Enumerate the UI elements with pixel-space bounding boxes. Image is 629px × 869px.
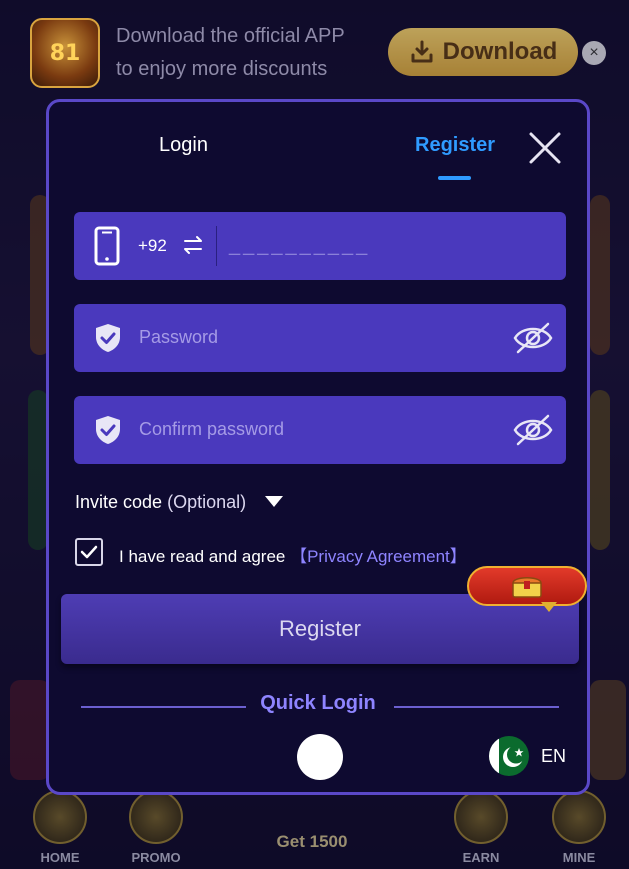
check-icon (80, 545, 98, 559)
phone-input[interactable]: __________ (229, 234, 370, 257)
download-button[interactable]: Download (388, 28, 578, 76)
tab-home[interactable]: HOME (20, 790, 100, 869)
register-modal: Login Register +92 __________ Password C… (46, 99, 590, 795)
eye-off-icon[interactable] (512, 320, 554, 356)
tab-promo[interactable]: PROMO (116, 790, 196, 869)
confirm-password-input[interactable]: Confirm password (139, 419, 284, 440)
eye-off-icon[interactable] (512, 412, 554, 448)
promo-icon (129, 790, 183, 844)
close-icon[interactable] (527, 130, 563, 166)
app-logo: 81 (30, 18, 100, 88)
invite-label: Invite code (75, 492, 163, 512)
invite-optional: (Optional) (167, 492, 247, 512)
country-code[interactable]: +92 (138, 236, 167, 256)
banner-text: Download the official APP to enjoy more … (116, 20, 345, 86)
gift-bubble[interactable] (467, 566, 587, 606)
tab-earn[interactable]: EARN (441, 790, 521, 869)
bottom-tab-bar: HOME PROMO EARN MINE (0, 790, 629, 869)
language-code: EN (541, 746, 567, 766)
agree-checkbox[interactable] (75, 538, 103, 566)
home-icon (33, 790, 87, 844)
password-field[interactable]: Password (74, 304, 566, 372)
tab-register[interactable]: Register (415, 134, 495, 157)
shield-check-icon (96, 324, 120, 352)
tab-mine[interactable]: MINE (539, 790, 619, 869)
tab-label: PROMO (131, 850, 181, 865)
banner-line-1: Download the official APP (116, 25, 345, 47)
mine-icon (552, 790, 606, 844)
caret-down-icon[interactable] (265, 496, 283, 507)
gift-bubble-tail (541, 602, 557, 612)
privacy-agreement-link[interactable]: 【Privacy Agreement】 (290, 547, 467, 566)
register-button-label: Register (279, 616, 361, 641)
quick-login-option[interactable] (297, 734, 343, 780)
agree-label: I have read and agree (119, 547, 286, 566)
swap-icon[interactable] (182, 234, 204, 256)
gift-chest-icon (512, 577, 542, 598)
gift-icon (454, 790, 508, 844)
language-selector[interactable]: EN (489, 736, 569, 776)
close-icon: × (589, 44, 599, 61)
banner-close-button[interactable]: × (582, 41, 606, 65)
download-label: Download (442, 38, 558, 65)
pakistan-flag-icon (489, 736, 529, 776)
banner-line-2: to enjoy more discounts (116, 58, 328, 80)
active-tab-indicator (438, 176, 471, 180)
tab-center-get-1500[interactable]: Get 1500 (262, 832, 362, 852)
tab-label: MINE (562, 850, 596, 865)
quick-login-title: Quick Login (260, 692, 376, 714)
tab-login[interactable]: Login (159, 134, 208, 157)
shield-check-icon (96, 416, 120, 444)
quick-login-divider-right (394, 706, 559, 708)
download-banner: 81 Download the official APP to enjoy mo… (0, 0, 629, 98)
phone-field[interactable]: +92 __________ (74, 212, 566, 280)
tab-label: EARN (462, 850, 500, 865)
agree-text: I have read and agree 【Privacy Agreement… (119, 542, 467, 567)
tab-label: HOME (40, 850, 80, 865)
password-input[interactable]: Password (139, 327, 218, 348)
download-icon (411, 40, 433, 63)
invite-code-toggle[interactable]: Invite code (Optional) (75, 492, 246, 513)
field-divider (216, 226, 217, 266)
confirm-password-field[interactable]: Confirm password (74, 396, 566, 464)
phone-icon (94, 226, 120, 266)
